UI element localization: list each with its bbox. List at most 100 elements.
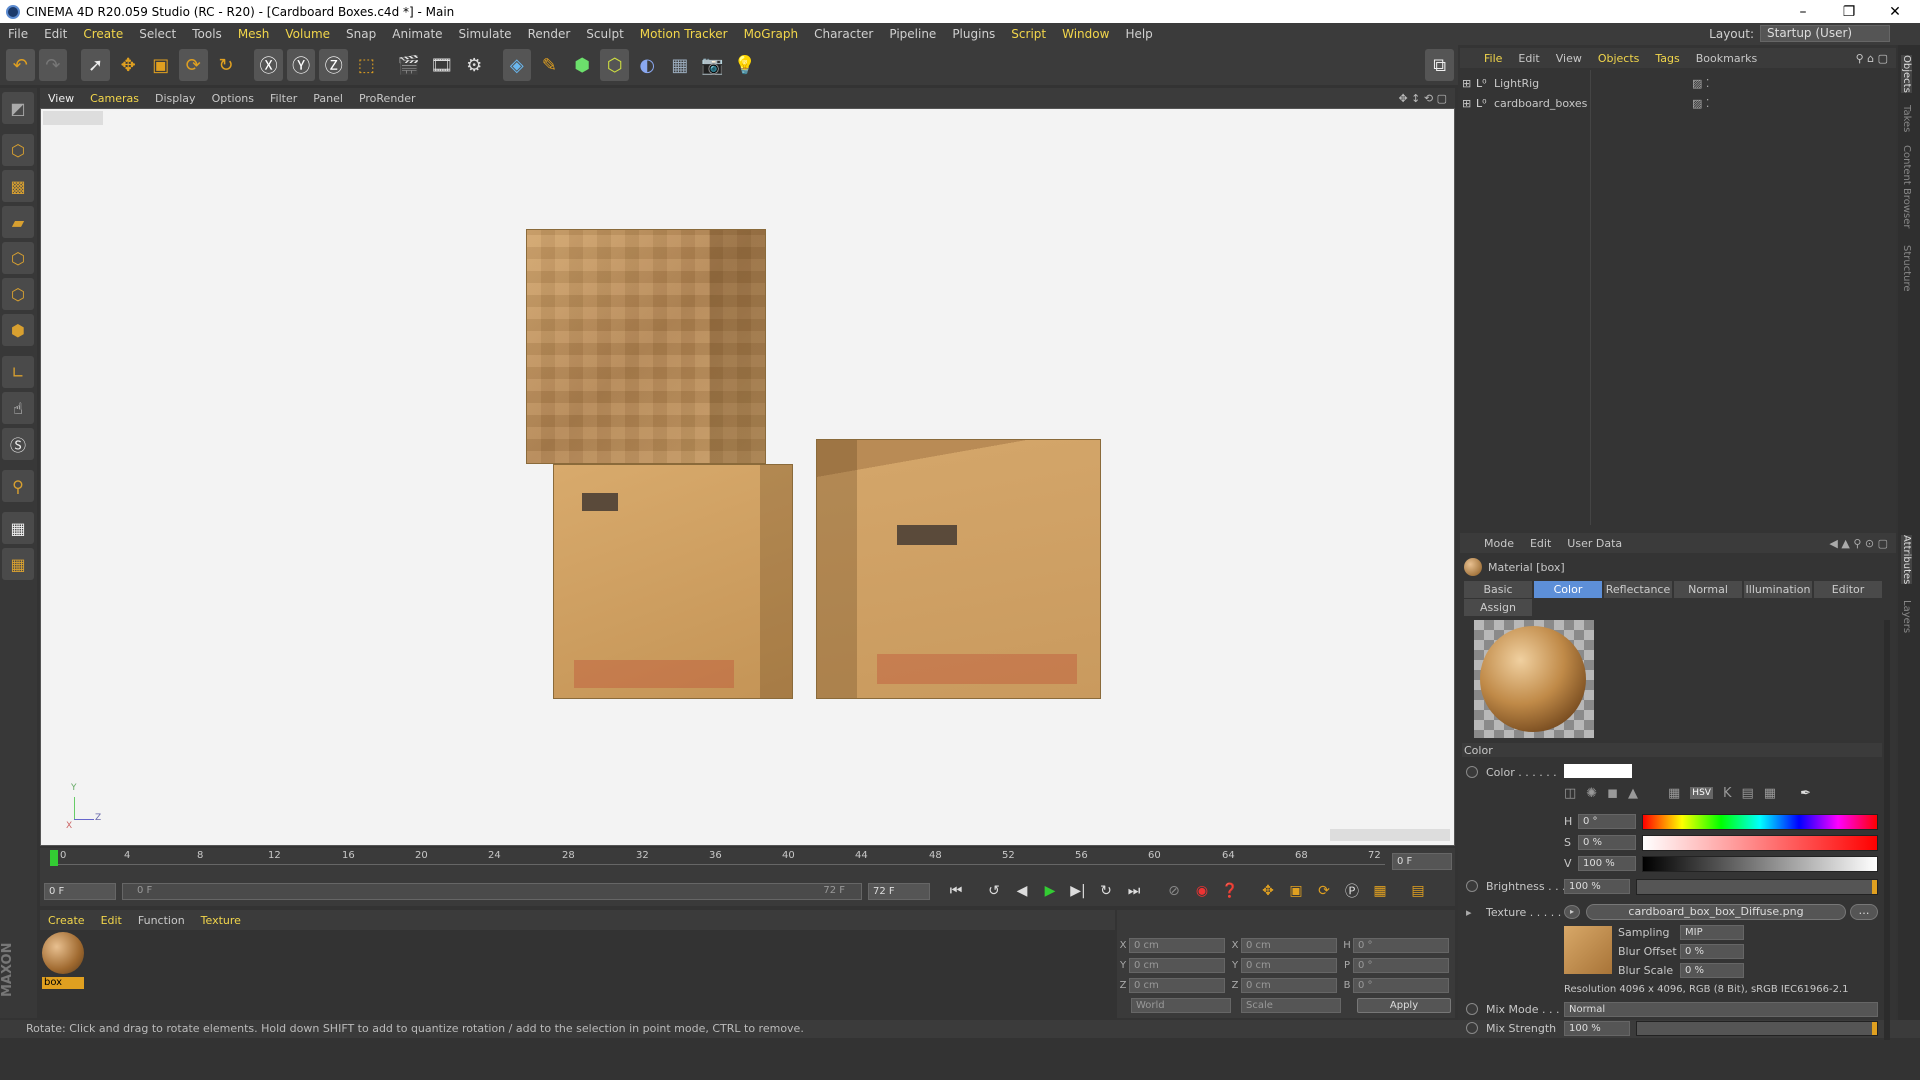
size-y-field[interactable]: 0 cm	[1241, 957, 1337, 973]
om-menu-bookmarks[interactable]: Bookmarks	[1688, 52, 1765, 65]
cloner-icon[interactable]: ⬡	[600, 49, 629, 81]
rotation-h-field[interactable]: 0 °	[1353, 937, 1449, 953]
texture-thumbnail[interactable]	[1564, 926, 1612, 974]
sampling-dropdown[interactable]: MIP	[1680, 925, 1744, 940]
mix-mode-animate-radio[interactable]	[1466, 1003, 1478, 1015]
kelvin-icon[interactable]: K	[1723, 786, 1732, 801]
menu-help[interactable]: Help	[1117, 27, 1160, 41]
panel-layout-icon[interactable]: ⧉	[1425, 49, 1455, 81]
spectrum-icon[interactable]: ✺	[1586, 786, 1597, 801]
texture-file-button[interactable]: cardboard_box_box_Diffuse.png	[1586, 904, 1846, 920]
camera-icon[interactable]: 📷	[698, 49, 727, 81]
om-menu-objects[interactable]: Objects	[1590, 52, 1648, 65]
render-picture-viewer-icon[interactable]: 🎞	[427, 49, 456, 81]
material-menu-function[interactable]: Function	[130, 914, 193, 927]
am-menu-mode[interactable]: Mode	[1476, 537, 1522, 550]
play-icon[interactable]: ▶	[1038, 879, 1062, 903]
tab-attributes[interactable]: Attributes	[1901, 535, 1912, 585]
expand-icon[interactable]: ⊞	[1462, 97, 1476, 110]
menu-character[interactable]: Character	[806, 27, 881, 41]
polygons-mode-icon[interactable]: ⬢	[2, 314, 34, 346]
visibility-icon[interactable]: ▨ ⁚	[1692, 77, 1709, 90]
cardboard-box-bottom-right[interactable]	[816, 439, 1101, 699]
am-nav-icons[interactable]: ◀ ▲ ⚲ ⊙ ▢	[1821, 537, 1896, 550]
object-row[interactable]: ⊞ L⁰ LightRig ▨ ⁚	[1462, 74, 1842, 92]
visibility-icon[interactable]: ▨ ⁚	[1692, 97, 1709, 110]
cardboard-box-bottom-left[interactable]	[553, 464, 793, 699]
tab-takes[interactable]: Takes	[1901, 105, 1912, 132]
playhead[interactable]	[50, 850, 58, 866]
value-field[interactable]: 100 %	[1578, 856, 1636, 871]
menu-create[interactable]: Create	[75, 27, 131, 41]
tab-illumination[interactable]: Illumination	[1744, 581, 1812, 598]
keyframe-selection-icon[interactable]: ❓	[1218, 879, 1242, 903]
menu-select[interactable]: Select	[131, 27, 184, 41]
mix-strength-field[interactable]: 100 %	[1564, 1021, 1630, 1036]
quantize-icon[interactable]: ▦	[2, 548, 34, 580]
live-selection-icon[interactable]: ➚	[81, 49, 110, 81]
rgb-icon[interactable]: ▦	[1668, 786, 1680, 801]
restore-button[interactable]: ❐	[1826, 0, 1872, 23]
z-axis-lock-icon[interactable]: Ⓩ	[319, 49, 349, 81]
undo-icon[interactable]: ↶	[6, 49, 35, 81]
om-menu-file[interactable]: File	[1476, 52, 1510, 65]
menu-volume[interactable]: Volume	[277, 27, 338, 41]
tab-content-browser[interactable]: Content Browser	[1901, 145, 1912, 228]
x-axis-lock-icon[interactable]: Ⓧ	[254, 49, 283, 81]
viewport-menu-filter[interactable]: Filter	[262, 92, 305, 105]
points-mode-icon[interactable]: ⬡	[2, 242, 34, 274]
workplane-mode-icon[interactable]: ▰	[2, 206, 34, 238]
texture-mode-icon[interactable]: ▩	[2, 170, 34, 202]
blur-scale-field[interactable]: 0 %	[1680, 963, 1744, 978]
texture-browse-button[interactable]: …	[1850, 904, 1878, 920]
value-slider[interactable]	[1642, 856, 1878, 872]
menu-mograph[interactable]: MoGraph	[736, 27, 807, 41]
tab-layers[interactable]: Layers	[1901, 600, 1912, 633]
brightness-field[interactable]: 100 %	[1564, 879, 1630, 894]
pen-spline-icon[interactable]: ✎	[535, 49, 564, 81]
size-x-field[interactable]: 0 cm	[1241, 937, 1337, 953]
y-axis-lock-icon[interactable]: Ⓨ	[286, 49, 316, 81]
menu-edit[interactable]: Edit	[36, 27, 75, 41]
material-menu-edit[interactable]: Edit	[93, 914, 130, 927]
brightness-slider[interactable]	[1636, 879, 1878, 895]
menu-snap[interactable]: Snap	[338, 27, 384, 41]
material-thumbnail[interactable]	[42, 932, 84, 974]
range-slider[interactable]: 0 F 72 F	[122, 882, 862, 900]
cardboard-box-top[interactable]	[526, 229, 766, 464]
tab-objects[interactable]: Objects	[1901, 55, 1912, 93]
tab-structure[interactable]: Structure	[1901, 245, 1912, 292]
mix-strength-animate-radio[interactable]	[1466, 1022, 1478, 1034]
viewport-menu-panel[interactable]: Panel	[305, 92, 351, 105]
om-menu-tags[interactable]: Tags	[1647, 52, 1687, 65]
texture-options-icon[interactable]: ▸	[1564, 905, 1580, 919]
size-mode-dropdown[interactable]: Scale	[1241, 998, 1341, 1013]
previous-frame-icon[interactable]: ◀	[1010, 879, 1034, 903]
om-menu-edit[interactable]: Edit	[1510, 52, 1547, 65]
floor-icon[interactable]: ▦	[666, 49, 695, 81]
viewport-menu-display[interactable]: Display	[147, 92, 204, 105]
rotation-p-field[interactable]: 0 °	[1353, 957, 1449, 973]
tab-reflectance[interactable]: Reflectance	[1604, 581, 1672, 598]
am-menu-user-data[interactable]: User Data	[1559, 537, 1630, 550]
tab-editor[interactable]: Editor	[1814, 581, 1882, 598]
layout-dropdown[interactable]: Startup (User)	[1760, 25, 1890, 42]
move-icon[interactable]: ✥	[114, 49, 143, 81]
menu-window[interactable]: Window	[1054, 27, 1117, 41]
rotation-b-field[interactable]: 0 °	[1353, 977, 1449, 993]
material-name-label[interactable]: box	[42, 977, 84, 989]
rotate-icon[interactable]: ⟳	[179, 49, 208, 81]
menu-pipeline[interactable]: Pipeline	[881, 27, 944, 41]
menu-mesh[interactable]: Mesh	[230, 27, 278, 41]
make-editable-icon[interactable]: ◩	[2, 92, 34, 124]
workplane-lock-icon[interactable]: ▦	[2, 512, 34, 544]
om-menu-view[interactable]: View	[1548, 52, 1590, 65]
blur-offset-field[interactable]: 0 %	[1680, 944, 1744, 959]
tab-color[interactable]: Color	[1534, 581, 1602, 598]
coordinate-system-icon[interactable]: ⬚	[352, 49, 381, 81]
om-search-icon[interactable]: ⚲ ⌂ ▢	[1848, 52, 1896, 65]
cube-icon[interactable]: ◈	[502, 49, 532, 81]
menu-render[interactable]: Render	[520, 27, 579, 41]
end-frame-field[interactable]: 72 F	[868, 882, 930, 900]
am-menu-edit[interactable]: Edit	[1522, 537, 1559, 550]
